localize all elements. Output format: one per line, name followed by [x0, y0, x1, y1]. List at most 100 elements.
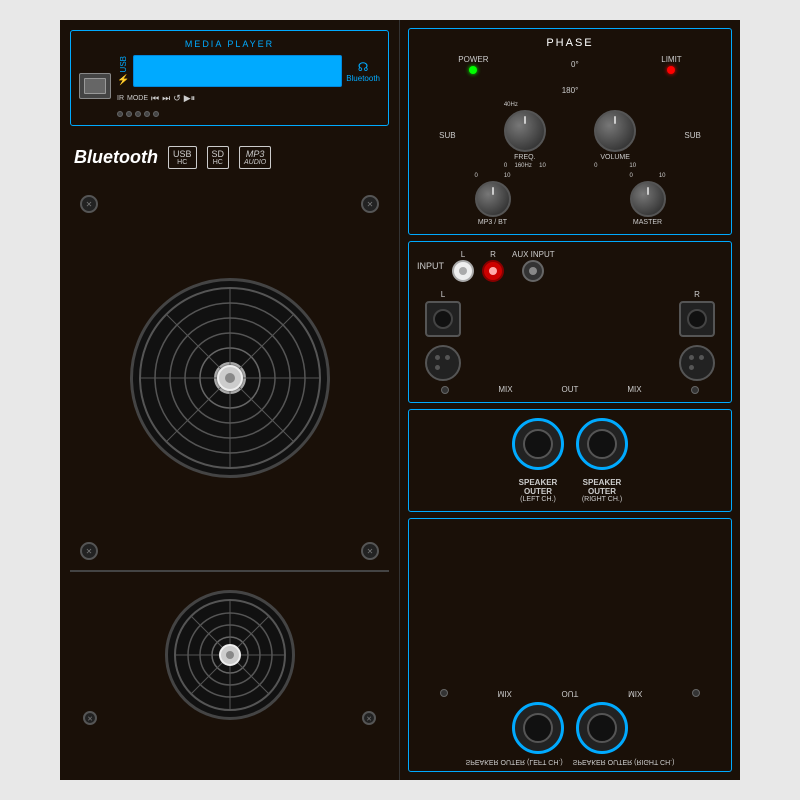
power-label: POWER [458, 55, 488, 64]
right-jack-inner [687, 309, 707, 329]
phase-top-row: POWER 0° LIMIT [417, 55, 723, 74]
right-jack[interactable] [679, 301, 715, 337]
scale-10-freq: 10 [539, 163, 546, 169]
main-fan [130, 278, 330, 478]
speakon-bottom-right[interactable] [576, 702, 628, 754]
r-label: R [490, 250, 496, 259]
aux-label: AUX INPUT [512, 250, 555, 259]
xlr-pin-3 [435, 365, 440, 370]
prev-track-btn[interactable]: ⏭ [162, 93, 170, 104]
xlr-left[interactable] [425, 345, 461, 381]
mp3bt-knob-group: 0 10 MP3 / BT [475, 173, 511, 226]
xlr-right[interactable] [679, 345, 715, 381]
xlr-pin-1 [435, 355, 440, 360]
mix-right-label: MIX [627, 385, 641, 394]
speakon-left-inner [523, 429, 553, 459]
prev-btn[interactable]: ⏮ [151, 93, 159, 104]
mp3-badge: MP3 AUDIO [239, 146, 271, 169]
volume-knob[interactable] [594, 110, 636, 152]
bottom-label-right: SPEAKER OUTER (RIGHT CH.) [573, 758, 675, 765]
bolt-tr [361, 195, 379, 213]
bolt-sm-tl: ✕ [83, 711, 97, 725]
bluetooth-icon-small: ☊ [358, 60, 369, 74]
sd-card-slot[interactable] [79, 73, 111, 99]
bottom-right-mirrored: SPEAKER OUTER (LEFT CH.) SPEAKER OUTER (… [408, 518, 732, 772]
rca-white-inner [459, 267, 467, 275]
master-knob[interactable] [630, 181, 666, 217]
degree0-label: 0° [571, 60, 579, 69]
l-label: L [461, 250, 465, 259]
input-section: INPUT L R AUX INPUT [408, 241, 732, 403]
phase-section: PHASE POWER 0° LIMIT 180° [408, 28, 732, 235]
dot-5[interactable] [153, 111, 159, 117]
scale-0-mp3: 0 [475, 173, 478, 179]
speaker-left-main: SPEAKER OUTER [512, 478, 564, 496]
small-fan [165, 590, 295, 720]
mix-indicator-bot-left [440, 690, 448, 698]
usb-symbol: ⚡ [117, 75, 129, 86]
master-knob-group: 0 10 MASTER [630, 173, 666, 226]
dot-1[interactable] [117, 111, 123, 117]
mix-bot-right: MIX [628, 689, 642, 698]
device-body: MEDIA PLAYER USB ⚡ [60, 20, 740, 780]
phase-title: PHASE [417, 37, 723, 49]
fan-section [70, 185, 389, 570]
mp3bt-label: MP3 / BT [478, 219, 507, 226]
scale-0-mast: 0 [630, 173, 633, 179]
speakon-bottom-left[interactable] [512, 702, 564, 754]
usb-badge: USB HC [168, 146, 197, 169]
speakon-left[interactable] [512, 418, 564, 470]
mp3-badge-text: MP3 [246, 149, 265, 159]
mix-left-label: MIX [498, 385, 512, 394]
scale-10-vol: 10 [629, 163, 636, 169]
speaker-labels: SPEAKER OUTER (LEFT CH.) SPEAKER OUTER (… [417, 478, 723, 503]
speaker-label-left: SPEAKER OUTER (LEFT CH.) [512, 478, 564, 503]
sd-badge-text: SD [212, 149, 225, 159]
limit-label: LIMIT [661, 55, 681, 64]
input-label: INPUT [417, 261, 444, 271]
dot-3[interactable] [135, 111, 141, 117]
bluetooth-text: Bluetooth [74, 147, 158, 168]
mode-label: MODE [127, 95, 148, 102]
left-jack-label: L [441, 290, 445, 299]
limit-led [667, 66, 675, 74]
jack-row: L R [417, 290, 723, 337]
speaker-connectors [417, 418, 723, 470]
mix-bot-left: MIX [498, 689, 512, 698]
dot-2[interactable] [126, 111, 132, 117]
fan-svg [135, 283, 325, 473]
bolt-sm-tr: ✕ [362, 711, 376, 725]
dot-4[interactable] [144, 111, 150, 117]
media-player-section: MEDIA PLAYER USB ⚡ [70, 30, 389, 126]
xlr-pin-2 [445, 355, 450, 360]
input-top-row: INPUT L R AUX INPUT [417, 250, 723, 282]
speaker-right-main: SPEAKER OUTER [576, 478, 628, 496]
scale-0-freq: 0 [504, 163, 507, 169]
media-player-inner: USB ⚡ ☊ Bluetooth IR MODE ⏮ ⏭ [79, 55, 380, 117]
play-btn[interactable]: ▶⏸ [184, 93, 195, 104]
power-led [469, 66, 477, 74]
left-jack[interactable] [425, 301, 461, 337]
lcd-screen [133, 55, 342, 87]
xlr-right-inner [689, 355, 705, 371]
bottom-left-mirrored: ✕ ✕ [70, 570, 389, 770]
small-fan-svg [170, 595, 290, 715]
repeat-btn[interactable]: ↺ [173, 93, 181, 104]
bolt-bl [80, 542, 98, 560]
mix-indicator-left [441, 386, 449, 394]
rca-red[interactable] [482, 260, 504, 282]
speaker-left-ch: (LEFT CH.) [512, 496, 564, 503]
freq-knob[interactable] [504, 110, 546, 152]
speaker-label-right: SPEAKER OUTER (RIGHT CH.) [576, 478, 628, 503]
speakon-right[interactable] [576, 418, 628, 470]
mix-indicator-bot-right [692, 690, 700, 698]
rca-aux[interactable] [522, 260, 544, 282]
mp3bt-knob[interactable] [475, 181, 511, 217]
bolt-tl [80, 195, 98, 213]
bluetooth-small-label: Bluetooth [346, 74, 380, 83]
scale-40hz: 40Hz [504, 102, 518, 108]
rca-white[interactable] [452, 260, 474, 282]
bottom-speakon-row [415, 702, 725, 754]
freq-label: FREQ. [514, 154, 535, 161]
bolt-br [361, 542, 379, 560]
